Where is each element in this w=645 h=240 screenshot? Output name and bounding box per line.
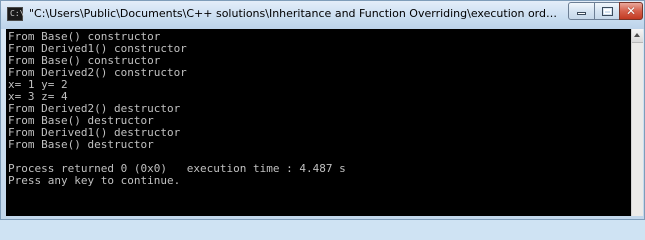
close-button[interactable]: ✕ xyxy=(619,2,643,20)
console-output[interactable]: From Base() constructor From Derived1() … xyxy=(6,29,631,216)
console-line: Press any key to continue. xyxy=(8,174,181,187)
maximize-button[interactable] xyxy=(594,2,620,20)
vertical-scrollbar[interactable] xyxy=(631,29,643,216)
scroll-up-arrow-icon[interactable] xyxy=(632,29,643,43)
minimize-icon xyxy=(577,12,586,15)
console-app-icon[interactable]: C:\ xyxy=(7,7,24,21)
console-text: From Base() constructor From Derived1() … xyxy=(6,29,631,187)
close-icon: ✕ xyxy=(625,4,637,18)
maximize-icon xyxy=(602,7,613,16)
console-window: C:\ "C:\Users\Public\Documents\C++ solut… xyxy=(0,0,645,220)
title-bar[interactable]: C:\ "C:\Users\Public\Documents\C++ solut… xyxy=(1,1,644,29)
window-title: "C:\Users\Public\Documents\C++ solutions… xyxy=(29,7,559,20)
console-line: From Base() destructor xyxy=(8,138,154,151)
minimize-button[interactable] xyxy=(568,2,595,20)
